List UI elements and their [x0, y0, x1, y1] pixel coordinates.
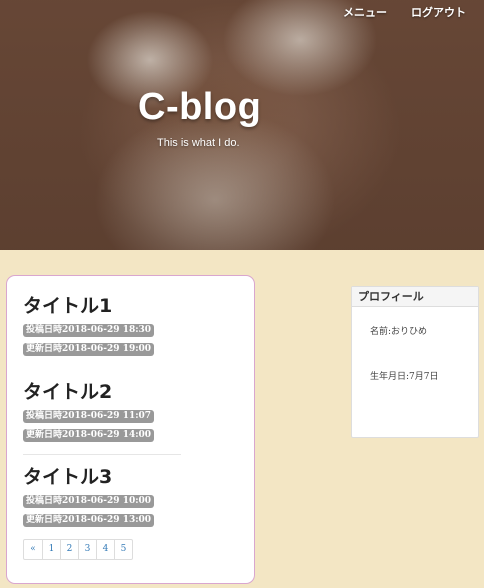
- profile-heading: プロフィール: [352, 287, 478, 307]
- pagination-page-3[interactable]: 3: [78, 540, 96, 559]
- updated-date-badge: 更新日時2018-06-29 19:00: [23, 343, 155, 356]
- logout-link[interactable]: ログアウト: [411, 4, 466, 20]
- pagination-page-2[interactable]: 2: [60, 540, 78, 559]
- post-title[interactable]: タイトル1: [23, 294, 238, 318]
- posted-date-badge: 投稿日時2018-06-29 10:00: [23, 495, 155, 508]
- pagination-prev[interactable]: «: [24, 540, 42, 559]
- post-title[interactable]: タイトル3: [23, 465, 238, 489]
- post-list-card: タイトル1 投稿日時2018-06-29 18:30 更新日時2018-06-2…: [6, 275, 255, 584]
- site-title[interactable]: C-blog: [138, 86, 261, 129]
- updated-date-badge: 更新日時2018-06-29 13:00: [23, 514, 155, 527]
- posted-date-badge: 投稿日時2018-06-29 11:07: [23, 410, 155, 423]
- profile-birthday: 生年月日:7月7日: [370, 372, 439, 382]
- post-item: タイトル3 投稿日時2018-06-29 10:00 更新日時2018-06-2…: [23, 465, 238, 529]
- post-item: タイトル2 投稿日時2018-06-29 11:07 更新日時2018-06-2…: [23, 380, 238, 444]
- top-nav: メニュー ログアウト: [343, 4, 466, 20]
- menu-link[interactable]: メニュー: [343, 4, 387, 20]
- post-item: タイトル1 投稿日時2018-06-29 18:30 更新日時2018-06-2…: [23, 294, 238, 358]
- pagination-page-1[interactable]: 1: [42, 540, 60, 559]
- profile-panel: プロフィール 名前:おりひめ 生年月日:7月7日: [351, 286, 479, 438]
- site-description: This is what I do.: [157, 137, 240, 149]
- updated-date-badge: 更新日時2018-06-29 14:00: [23, 429, 155, 442]
- pagination-page-4[interactable]: 4: [96, 540, 114, 559]
- hero-header: メニュー ログアウト C-blog This is what I do.: [0, 0, 484, 250]
- posted-date-badge: 投稿日時2018-06-29 18:30: [23, 324, 155, 337]
- profile-name: 名前:おりひめ: [370, 327, 428, 337]
- post-title[interactable]: タイトル2: [23, 380, 238, 404]
- pagination: « 1 2 3 4 5: [23, 539, 133, 560]
- post-divider: [23, 454, 181, 455]
- pagination-page-5[interactable]: 5: [114, 540, 132, 559]
